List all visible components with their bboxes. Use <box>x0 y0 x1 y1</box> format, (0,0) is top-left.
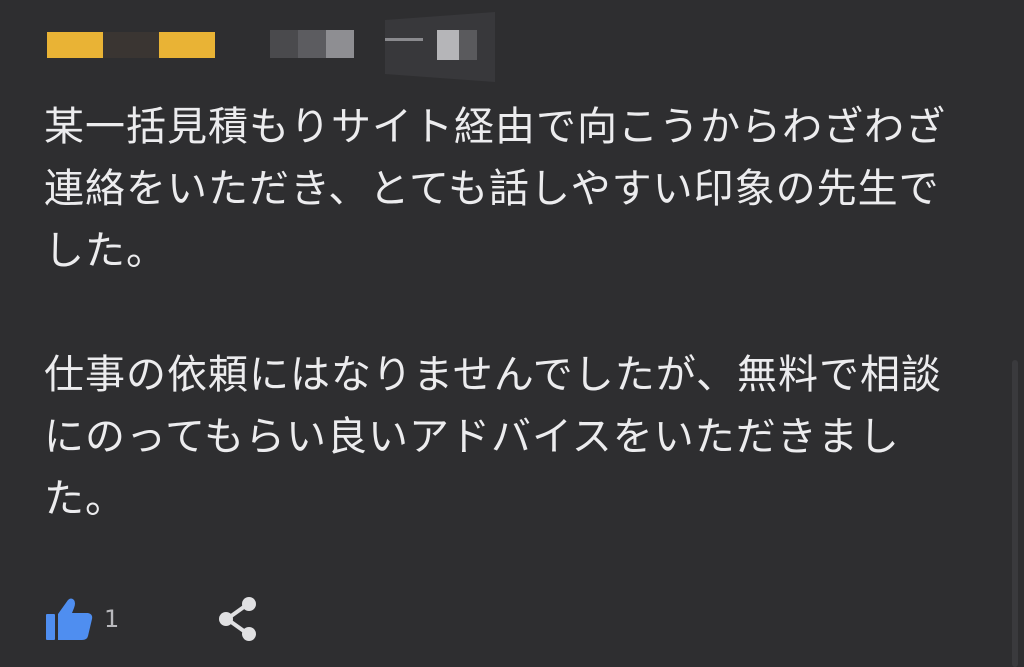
star-rating <box>47 30 215 60</box>
review-actions: 1 <box>44 594 261 644</box>
thumbs-up-icon <box>46 598 93 640</box>
star-filled-icon <box>47 32 103 58</box>
review-paragraph: 某一括見積もりサイト経由で向こうからわざわざ連絡をいただき、とても話しやすい印象… <box>44 104 946 274</box>
review-body: 某一括見積もりサイト経由で向こうからわざわざ連絡をいただき、とても話しやすい印象… <box>44 96 974 530</box>
scrollbar[interactable] <box>1012 360 1018 667</box>
review-paragraph: 仕事の依頼にはなりませんでしたが、無料で相談にのってもらい良いアドバイスをいただ… <box>44 352 942 522</box>
blurred-date <box>270 30 354 58</box>
review-card: 某一括見積もりサイト経由で向こうからわざわざ連絡をいただき、とても話しやすい印象… <box>0 0 1024 667</box>
share-icon <box>219 597 257 641</box>
like-button[interactable]: 1 <box>44 594 119 644</box>
star-filled-icon <box>159 32 215 58</box>
blurred-badge <box>385 12 495 82</box>
star-empty-icon <box>103 32 159 58</box>
share-button[interactable] <box>215 594 261 644</box>
like-count: 1 <box>104 605 120 633</box>
